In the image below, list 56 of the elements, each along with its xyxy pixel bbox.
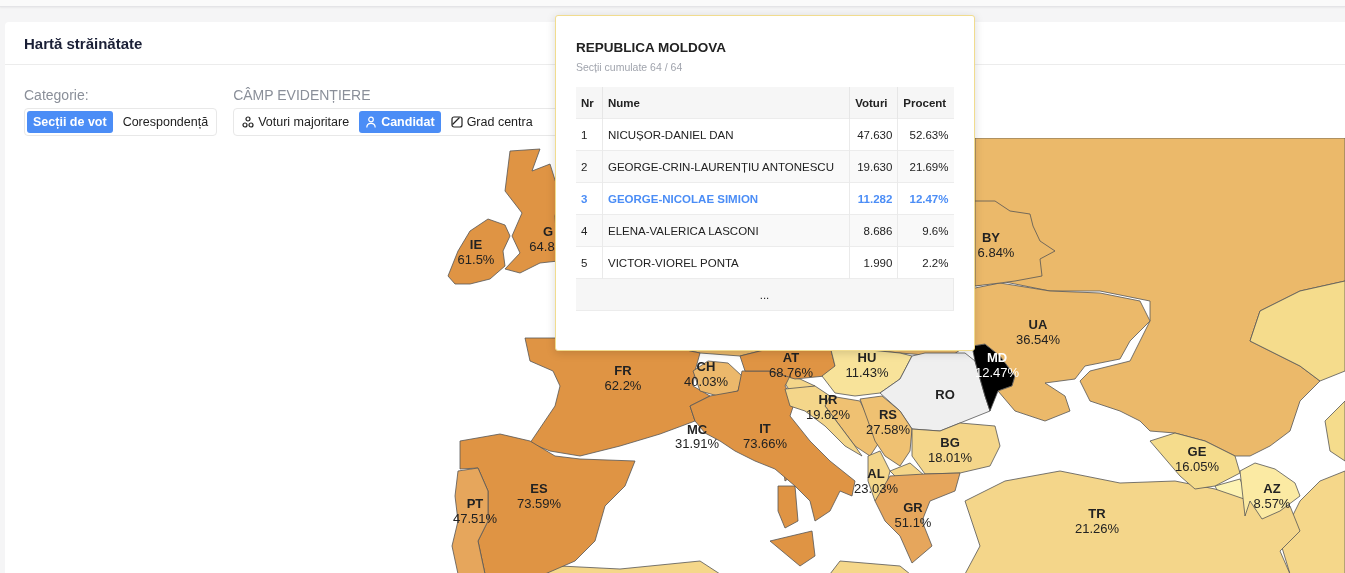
country-code: BY [981, 230, 1001, 245]
country-percent: 16.05% [1174, 459, 1220, 474]
panel-title: Hartă străinătate [24, 34, 143, 52]
control-label: CÂMP EVIDENȚIERE [233, 87, 372, 104]
control-label: Categorie: [24, 87, 90, 104]
table-cell: 19.630 [849, 150, 898, 183]
country-percent: 19.62% [805, 407, 851, 422]
country-percent: 73.59% [516, 496, 562, 511]
country-percent: 27.58% [865, 422, 911, 437]
column-header: Nr [576, 87, 603, 119]
country-code: RO [935, 387, 955, 402]
country-code: IE [469, 237, 483, 252]
country-percent: 6.84% [977, 245, 1015, 260]
country-code: ES [530, 481, 548, 496]
table-cell: 8.686 [849, 214, 898, 247]
country-percent: 8.57% [1253, 496, 1291, 511]
more-rows-cell: ... [576, 278, 954, 311]
country-percent: 68.76% [768, 365, 814, 380]
country-percent: 18.01% [927, 450, 973, 465]
country-code: GE [1187, 444, 1207, 459]
country-percent: 62.2% [604, 378, 642, 393]
country-code: CH [696, 359, 716, 374]
tooltip-subtitle: Secții cumulate 64 / 64 [576, 61, 684, 73]
table-cell: 4 [576, 214, 603, 247]
country-code: FR [614, 363, 632, 378]
country-code: AL [867, 466, 885, 481]
table-cell: 9.6% [897, 214, 954, 247]
country-code: RS [878, 407, 898, 422]
table-cell: GEORGE-CRIN-LAURENȚIU ANTONESCU [602, 150, 850, 183]
column-header: Voturi [849, 87, 898, 119]
country-percent: 31.91% [674, 436, 720, 451]
country-percent: 40.03% [683, 374, 729, 389]
country-percent: 64.8 [529, 239, 555, 254]
country-code: GR [903, 500, 923, 515]
country-percent: 11.43% [845, 365, 889, 380]
country-code: AZ [1263, 481, 1281, 496]
country-code: PT [466, 496, 484, 511]
country-code: IT [759, 421, 771, 436]
table-cell: 21.69% [897, 150, 954, 183]
table-cell: ELENA-VALERICA LASCONI [602, 214, 850, 247]
column-header: Procent [897, 87, 954, 119]
column-header: Nume [602, 87, 850, 119]
country-code: HR [818, 392, 838, 407]
country-percent: 61.5% [457, 252, 495, 267]
country-code: BG [940, 435, 960, 450]
country-code: UA [1028, 317, 1048, 332]
country-percent: 36.54% [1015, 332, 1061, 347]
country-percent: 21.26% [1074, 521, 1120, 536]
country-code: AT [782, 350, 800, 365]
country-code: G [542, 224, 554, 239]
table-cell: 2 [576, 150, 603, 183]
country-code: HU [857, 350, 877, 365]
country-percent: 23.03% [853, 481, 899, 496]
country-percent: 73.66% [742, 436, 788, 451]
tooltip-title: REPUBLICA MOLDOVA [576, 40, 727, 55]
country-code: TR [1088, 506, 1106, 521]
